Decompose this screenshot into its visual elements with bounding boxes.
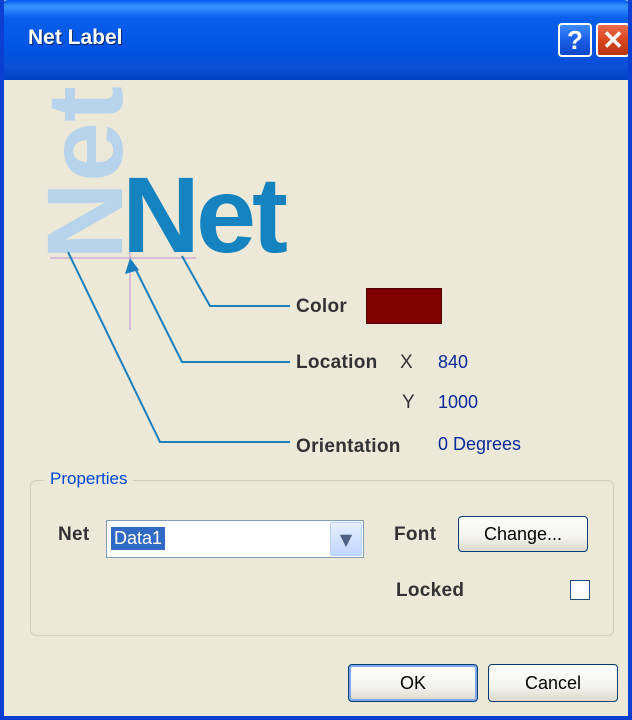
location-label: Location xyxy=(296,352,378,373)
color-swatch[interactable] xyxy=(366,288,442,324)
chevron-down-icon: ▼ xyxy=(339,530,353,549)
dialog-title: Net Label xyxy=(28,26,123,49)
color-label: Color xyxy=(296,296,348,317)
net-combobox-value[interactable]: Data1 xyxy=(111,527,166,550)
net-dropdown-button[interactable]: ▼ xyxy=(330,522,362,556)
net-label-dialog: Net Label ? ✕ Net Net Color Location X 8… xyxy=(0,0,632,720)
net-field-label: Net xyxy=(58,524,90,545)
x-label: X xyxy=(400,352,413,373)
close-icon: ✕ xyxy=(602,25,624,55)
net-label-diagram: Net Net xyxy=(24,86,291,443)
properties-group-title: Properties xyxy=(44,469,134,489)
orientation-label: Orientation xyxy=(296,436,401,457)
title-bar[interactable]: Net Label ? ✕ xyxy=(4,0,628,80)
x-value[interactable]: 840 xyxy=(438,352,468,373)
location-leader-line xyxy=(133,265,290,363)
font-label: Font xyxy=(394,524,437,545)
cancel-button[interactable]: Cancel xyxy=(488,664,618,702)
change-font-button[interactable]: Change... xyxy=(458,516,588,552)
close-button[interactable]: ✕ xyxy=(596,23,628,57)
help-icon: ? xyxy=(567,25,583,55)
y-value[interactable]: 1000 xyxy=(438,392,478,413)
orientation-leader-line xyxy=(67,251,290,443)
locked-label: Locked xyxy=(396,580,465,601)
help-button[interactable]: ? xyxy=(558,23,592,57)
orientation-value[interactable]: 0 Degrees xyxy=(438,434,521,455)
y-label: Y xyxy=(402,392,415,413)
net-sample: Net xyxy=(122,154,287,275)
ok-button[interactable]: OK xyxy=(348,664,478,702)
properties-group xyxy=(30,480,614,636)
net-combobox[interactable]: Data1 ▼ xyxy=(106,520,364,558)
locked-checkbox[interactable] xyxy=(570,580,590,600)
